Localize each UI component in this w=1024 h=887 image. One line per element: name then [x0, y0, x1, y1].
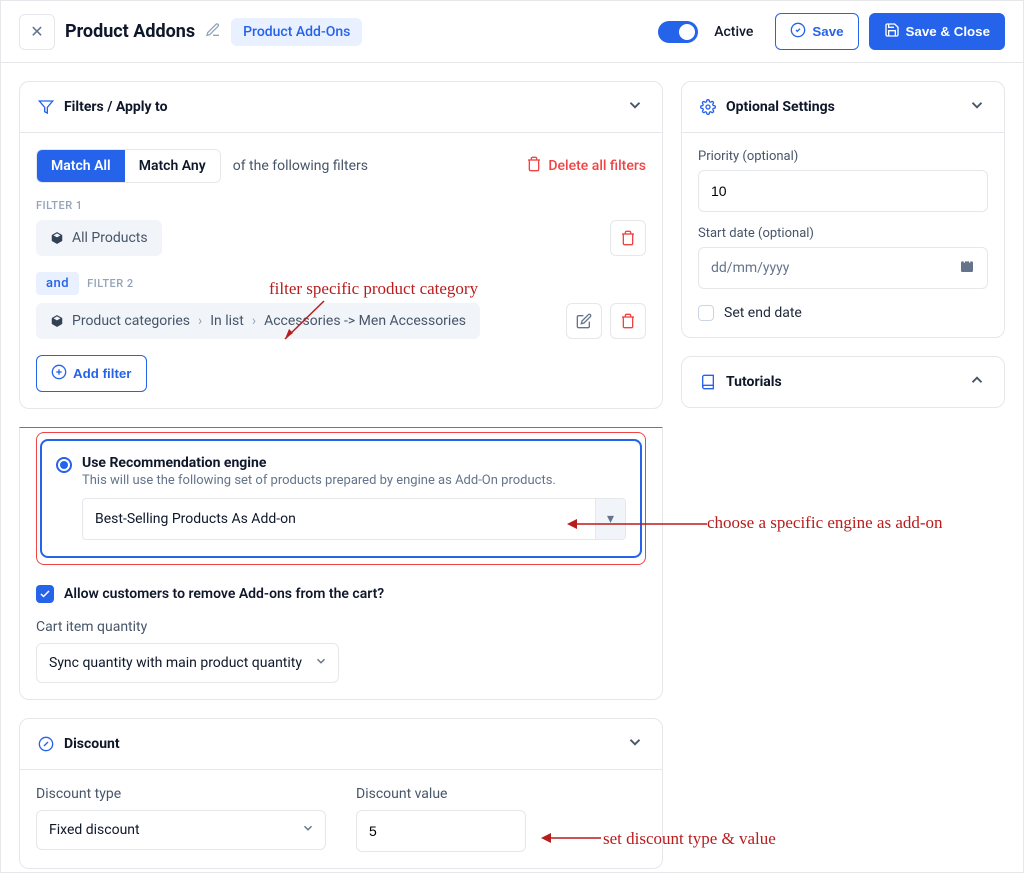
delete-all-filters[interactable]: Delete all filters [526, 156, 646, 176]
cart-qty-select[interactable]: Sync quantity with main product quantity [36, 643, 339, 683]
filter-2-edit[interactable] [566, 303, 602, 339]
filter-2-part-1: Product categories [72, 313, 190, 329]
engine-highlight-box: Use Recommendation engine This will use … [36, 432, 646, 565]
filter-2-part-2: In list [210, 313, 244, 329]
close-icon: ✕ [30, 22, 43, 42]
cart-qty-value: Sync quantity with main product quantity [49, 655, 302, 671]
save-button[interactable]: Save [775, 13, 858, 50]
allow-remove-label: Allow customers to remove Add-ons from t… [64, 586, 384, 602]
type-badge: Product Add-Ons [231, 18, 362, 46]
filter-icon [38, 99, 54, 115]
chevron-right-icon: › [252, 313, 256, 329]
filter-2-chip[interactable]: Product categories › In list › Accessori… [36, 303, 480, 339]
plus-circle-icon [51, 364, 67, 383]
categories-icon [50, 314, 64, 328]
checkbox-checked-icon[interactable] [36, 585, 54, 603]
and-connector: and [36, 272, 79, 295]
chevron-down-icon: ▾ [595, 499, 625, 539]
chevron-down-icon [314, 654, 328, 672]
filter-1-chip[interactable]: All Products [36, 220, 162, 256]
check-circle-icon [790, 22, 806, 41]
filter-2-delete[interactable] [610, 303, 646, 339]
discount-card: Discount Discount type Fixed discount [19, 718, 663, 869]
priority-input[interactable] [698, 170, 988, 212]
optional-settings-title: Optional Settings [726, 99, 835, 115]
discount-type-value: Fixed discount [49, 822, 289, 838]
end-date-label: Set end date [724, 305, 802, 321]
save-icon [884, 22, 900, 41]
topbar: ✕ Product Addons Product Add-Ons Active … [1, 1, 1023, 63]
filter-1-chip-label: All Products [72, 230, 148, 246]
filters-title: Filters / Apply to [64, 99, 168, 115]
filter-2-label: FILTER 2 [87, 277, 134, 290]
filter-1-delete[interactable] [610, 220, 646, 256]
match-mode-segmented: Match All Match Any [36, 149, 221, 183]
optional-settings-header[interactable]: Optional Settings [682, 82, 1004, 133]
chevron-up-icon [968, 371, 986, 393]
save-close-button[interactable]: Save & Close [869, 13, 1005, 50]
discount-icon [38, 736, 54, 752]
tutorials-card: Tutorials [681, 356, 1005, 408]
products-icon [50, 231, 64, 245]
start-date-label: Start date (optional) [698, 226, 988, 241]
match-following-text: of the following filters [233, 158, 368, 174]
chevron-down-icon [626, 96, 644, 118]
discount-header[interactable]: Discount [20, 719, 662, 770]
engine-select[interactable]: Best-Selling Products As Add-on ▾ [82, 498, 626, 540]
discount-value-label: Discount value [356, 786, 526, 802]
gear-icon [700, 99, 716, 115]
add-filter-button[interactable]: Add filter [36, 355, 147, 392]
allow-remove-row[interactable]: Allow customers to remove Add-ons from t… [36, 585, 646, 603]
active-label: Active [714, 24, 753, 40]
book-icon [700, 374, 716, 390]
filter-2-part-3: Accessories -> Men Accessories [264, 313, 466, 329]
active-toggle[interactable] [658, 21, 698, 43]
tutorials-header[interactable]: Tutorials [682, 357, 1004, 407]
tutorials-title: Tutorials [726, 374, 782, 390]
chevron-down-icon [301, 821, 315, 839]
chevron-down-icon [626, 733, 644, 755]
filters-header[interactable]: Filters / Apply to [20, 82, 662, 133]
discount-type-label: Discount type [36, 786, 326, 802]
close-button[interactable]: ✕ [19, 14, 55, 50]
page-title: Product Addons [65, 21, 195, 42]
match-any-tab[interactable]: Match Any [125, 150, 220, 182]
discount-title: Discount [64, 736, 120, 752]
trash-icon [526, 156, 542, 176]
addon-config-card: Use Recommendation engine This will use … [19, 427, 663, 700]
filters-card: Filters / Apply to Match All Match Any o… [19, 81, 663, 409]
save-close-label: Save & Close [906, 24, 990, 39]
calendar-icon [959, 258, 975, 278]
discount-value-input[interactable] [356, 810, 526, 852]
radio-selected-icon[interactable] [56, 457, 72, 473]
save-label: Save [812, 24, 843, 39]
engine-desc: This will use the following set of produ… [82, 473, 556, 488]
engine-title: Use Recommendation engine [82, 455, 556, 471]
add-filter-label: Add filter [73, 366, 132, 381]
delete-all-label: Delete all filters [548, 158, 646, 174]
chevron-right-icon: › [198, 313, 202, 329]
edit-title-icon[interactable] [205, 22, 221, 42]
cart-qty-label: Cart item quantity [36, 619, 646, 635]
filter-1-label: FILTER 1 [36, 199, 646, 212]
optional-settings-card: Optional Settings Priority (optional) St… [681, 81, 1005, 338]
priority-label: Priority (optional) [698, 149, 988, 164]
checkbox-unchecked-icon[interactable] [698, 305, 714, 321]
engine-select-value: Best-Selling Products As Add-on [83, 501, 595, 537]
start-date-input[interactable]: dd/mm/yyyy [698, 247, 988, 289]
discount-type-select[interactable]: Fixed discount [36, 810, 326, 850]
chevron-down-icon [968, 96, 986, 118]
start-date-placeholder: dd/mm/yyyy [711, 260, 951, 276]
match-all-tab[interactable]: Match All [37, 150, 125, 182]
engine-option[interactable]: Use Recommendation engine This will use … [40, 439, 642, 558]
